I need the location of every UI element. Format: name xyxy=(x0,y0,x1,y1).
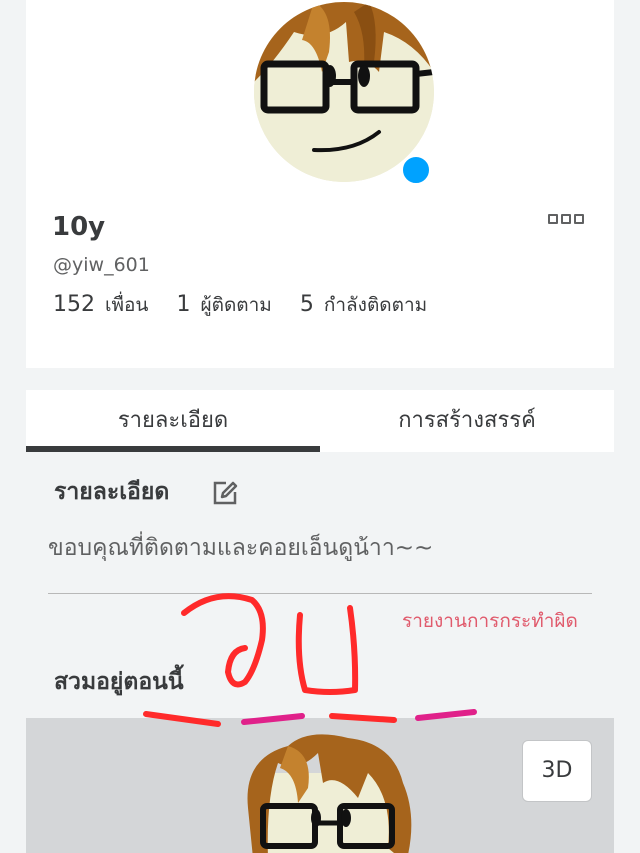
about-heading: รายละเอียด xyxy=(54,479,170,505)
report-abuse-link[interactable]: รายงานการกระทำผิด xyxy=(402,606,578,636)
stat-friends[interactable]: 152 เพื่อน xyxy=(53,290,148,320)
display-name: 10y xyxy=(52,212,106,242)
stat-followers[interactable]: 1 ผู้ติดตาม xyxy=(176,290,271,320)
avatar-preview-panel: 3D xyxy=(26,718,614,853)
avatar[interactable] xyxy=(254,2,434,186)
online-status-indicator xyxy=(400,154,432,186)
profile-tabs: รายละเอียด การสร้างสรรค์ xyxy=(26,390,614,452)
username: @yiw_601 xyxy=(53,254,150,276)
tab-about[interactable]: รายละเอียด xyxy=(26,390,320,452)
avatar-full-body xyxy=(247,734,412,853)
avatar-headshot xyxy=(254,2,434,182)
profile-card: 10y @yiw_601 152 เพื่อน 1 ผู้ติดตาม 5 กำลัง… xyxy=(26,0,614,368)
about-description: ขอบคุณที่ติดตามและคอยเอ็นดูน้าา~~ xyxy=(48,535,434,561)
tab-creations[interactable]: การสร้างสรรค์ xyxy=(320,390,614,452)
divider xyxy=(48,593,592,594)
more-options-icon[interactable] xyxy=(548,214,584,224)
edit-pencil-icon[interactable] xyxy=(210,478,240,508)
active-tab-indicator xyxy=(26,446,320,452)
currently-wearing-heading: สวมอยู่ตอนนี้ xyxy=(54,669,184,695)
view-3d-button[interactable]: 3D xyxy=(522,740,592,802)
stat-following[interactable]: 5 กำลังติดตาม xyxy=(300,290,427,320)
profile-stats: 152 เพื่อน 1 ผู้ติดตาม 5 กำลังติดตาม xyxy=(53,290,449,320)
